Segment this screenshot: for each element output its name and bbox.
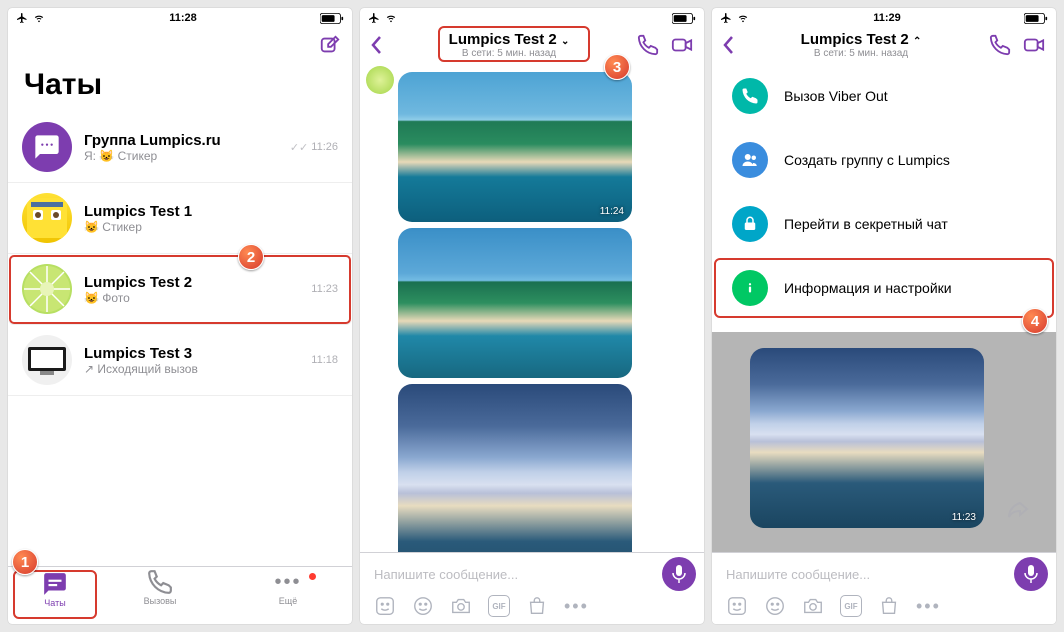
menu-secret-chat[interactable]: Перейти в секретный чат [712,192,1056,256]
more-icon[interactable]: ••• [916,595,938,617]
wifi-icon [32,13,46,23]
compose-icon[interactable] [318,34,342,56]
callout-4: 4 [1022,308,1048,334]
tab-chats[interactable]: Чаты [14,571,96,618]
avatar [22,335,72,385]
chat-row-test2[interactable]: Lumpics Test 2 😺 Фото 11:23 2 [8,254,352,325]
wifi-icon [384,13,398,23]
mic-button[interactable] [1014,557,1048,591]
back-icon[interactable] [370,35,382,55]
tab-label: Вызовы [144,596,177,606]
menu-label: Вызов Viber Out [784,88,888,104]
message-photo[interactable]: 11:23 [398,384,698,552]
battery-icon [672,13,696,24]
message-photo[interactable]: 11:24 [398,72,698,222]
menu-label: Перейти в секретный чат [784,216,948,232]
more-icon[interactable]: ••• [564,595,586,617]
callout-2: 2 [238,244,264,270]
chat-preview: 😺 Стикер [84,220,326,234]
airplane-icon [368,12,380,24]
menu-label: Создать группу с Lumpics [784,152,950,168]
messages: 11:24 11:23 [360,70,704,552]
airplane-icon [16,12,28,24]
chat-title-dropdown[interactable]: Lumpics Test 2 ⌃ В сети: 5 мин. назад [734,31,988,60]
avatar [22,193,72,243]
dropdown-menu: Вызов Viber Out Создать группу с Lumpics… [712,64,1056,328]
gif-icon[interactable]: GIF [840,595,862,617]
callout-1: 1 [12,549,38,575]
input-bar: Напишите сообщение... GIF ••• [360,552,704,624]
message-photo[interactable]: 11:23 [750,348,984,528]
status-time: 11:29 [873,12,901,24]
camera-icon[interactable] [450,595,472,617]
chat-name: Lumpics Test 3 [84,345,299,362]
battery-icon [320,13,344,24]
chat-name: Lumpics Test 1 [84,203,326,220]
sticker-icon[interactable] [726,595,748,617]
chat-name: Lumpics Test 2 [84,274,299,291]
status-bar [360,8,704,26]
avatar [22,122,72,172]
status-time: 11:28 [169,12,197,24]
message-input[interactable]: Напишите сообщение... [366,567,662,582]
menu-info-settings[interactable]: Информация и настройки [712,256,1056,320]
input-toolbar: GIF ••• [366,590,698,617]
page-title: Чаты [8,64,352,112]
shop-icon[interactable] [878,595,900,617]
tab-label: Ещё [279,596,297,606]
tab-bar: Чаты Вызовы ••• Ещё 1 [8,566,352,624]
chat-header: Lumpics Test 2 ⌃ В сети: 5 мин. назад [712,26,1056,64]
airplane-icon [720,12,732,24]
call-icon[interactable] [636,34,660,56]
menu-label: Информация и настройки [784,280,952,296]
emoji-icon[interactable] [764,595,786,617]
input-bar: Напишите сообщение... GIF ••• [712,552,1056,624]
battery-icon [1024,13,1048,24]
back-icon[interactable] [722,35,734,55]
message-input[interactable]: Напишите сообщение... [718,567,1014,582]
wifi-icon [736,13,750,23]
status-bar: 11:28 [8,8,352,26]
avatar [22,264,72,314]
phone-chat-open: Lumpics Test 2 ⌄ В сети: 5 мин. назад 3 … [360,8,704,624]
shop-icon[interactable] [526,595,548,617]
phone-chat-menu: 11:29 Lumpics Test 2 ⌃ В сети: 5 мин. на… [712,8,1056,624]
chat-preview: Я: 😺 Стикер [84,149,278,163]
callout-3: 3 [604,54,630,80]
input-toolbar: GIF ••• [718,590,1050,617]
mic-button[interactable] [662,557,696,591]
message-photo[interactable] [398,228,698,378]
chat-row-test1[interactable]: Lumpics Test 1 😺 Стикер [8,183,352,254]
tab-label: Чаты [44,598,65,608]
gif-icon[interactable]: GIF [488,595,510,617]
tab-more[interactable]: ••• Ещё [224,569,352,624]
chat-list: Группа Lumpics.ru Я: 😺 Стикер ✓✓ 11:26 L… [8,112,352,566]
phone-chats-list: 11:28 Чаты Группа Lumpics.ru Я: 😺 Стикер… [8,8,352,624]
emoji-icon[interactable] [412,595,434,617]
chat-row-group[interactable]: Группа Lumpics.ru Я: 😺 Стикер ✓✓ 11:26 [8,112,352,183]
chat-row-test3[interactable]: Lumpics Test 3 ↗ Исходящий вызов 11:18 [8,325,352,396]
chat-time: ✓✓ 11:26 [290,141,338,154]
video-icon[interactable] [670,34,694,56]
chat-name: Группа Lumpics.ru [84,132,278,149]
sticker-icon[interactable] [374,595,396,617]
tab-calls[interactable]: Вызовы [96,569,224,624]
share-icon[interactable] [1006,500,1030,520]
call-icon[interactable] [988,34,1012,56]
video-icon[interactable] [1022,34,1046,56]
menu-viber-out[interactable]: Вызов Viber Out [712,64,1056,128]
chat-preview: ↗ Исходящий вызов [84,362,299,376]
notification-dot [309,573,316,580]
nav-bar [8,26,352,64]
menu-create-group[interactable]: Создать группу с Lumpics [712,128,1056,192]
status-bar: 11:29 [712,8,1056,26]
chat-title-dropdown[interactable]: Lumpics Test 2 ⌄ В сети: 5 мин. назад [382,31,636,60]
chat-header: Lumpics Test 2 ⌄ В сети: 5 мин. назад 3 [360,26,704,64]
camera-icon[interactable] [802,595,824,617]
chat-preview: 😺 Фото [84,291,299,305]
